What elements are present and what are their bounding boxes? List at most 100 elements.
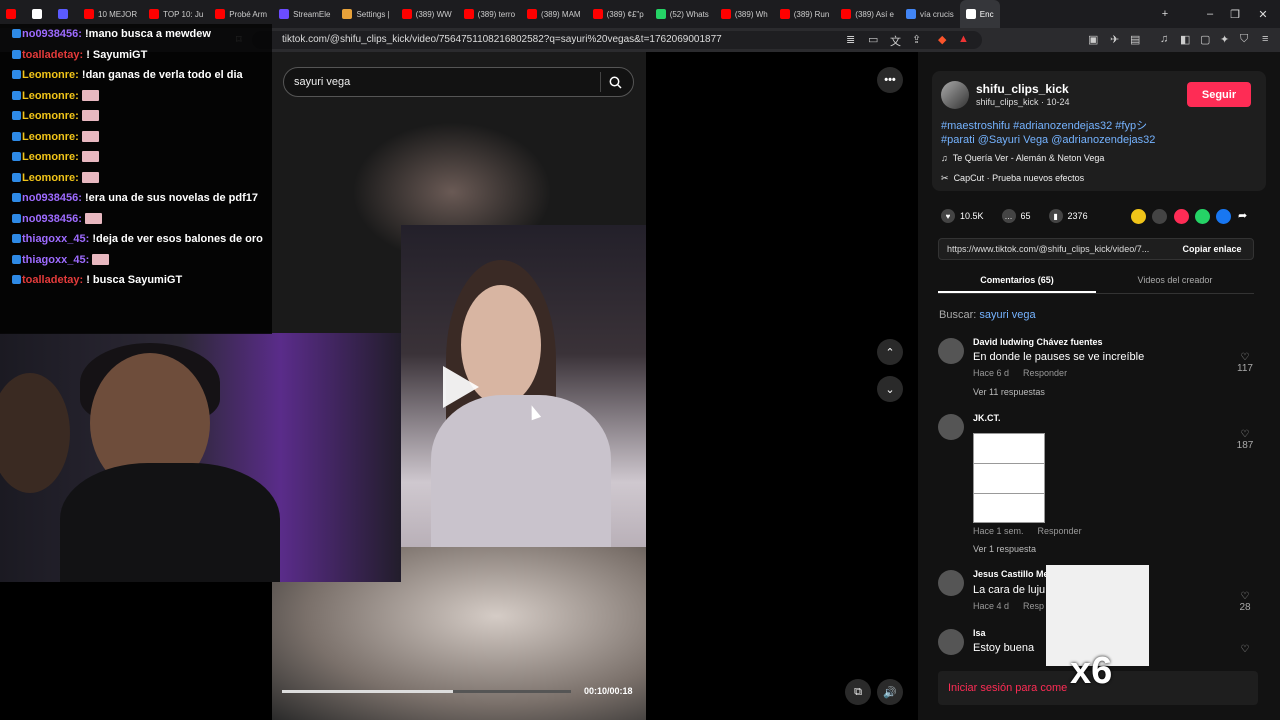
repost-icon[interactable]: [1131, 209, 1146, 224]
effect-row[interactable]: ✂ CapCut · Prueba nuevos efectos: [941, 173, 1084, 184]
chat-username[interactable]: toalladetay:: [22, 274, 83, 286]
embed-icon[interactable]: [1152, 209, 1167, 224]
browser-tab[interactable]: Settings |: [336, 0, 395, 28]
chat-username[interactable]: no0938456:: [22, 213, 82, 225]
commenter-avatar[interactable]: [938, 414, 964, 440]
browser-tab[interactable]: vía crucis: [900, 0, 960, 28]
comment-age: Hace 6 d: [973, 368, 1010, 378]
facebook-icon[interactable]: [1216, 209, 1231, 224]
cast-icon[interactable]: ▭: [868, 33, 878, 46]
extension-icon[interactable]: ▣: [1088, 33, 1098, 46]
extension-icon[interactable]: ▤: [1130, 33, 1140, 46]
music-row[interactable]: ♫ Te Quería Ver - Alemán & Neton Vega: [941, 153, 1104, 163]
streamer-webcam: [0, 333, 401, 582]
comment-like[interactable]: ♡ 117: [1234, 352, 1256, 374]
chat-username[interactable]: thiagoxx_45:: [22, 233, 89, 245]
send-icon[interactable]: [1174, 209, 1189, 224]
rewards-icon[interactable]: ▲: [958, 33, 969, 45]
media-icon[interactable]: ♫: [1160, 33, 1168, 45]
play-icon[interactable]: [443, 366, 479, 408]
next-video-button[interactable]: ⌄: [877, 376, 903, 402]
commenter-name[interactable]: Jesus Castillo Me: [973, 569, 1049, 579]
browser-tab[interactable]: (389) WW: [396, 0, 458, 28]
video-progress-bar[interactable]: [282, 690, 571, 693]
reply-button[interactable]: Resp: [1023, 601, 1044, 611]
music-title[interactable]: Te Quería Ver - Alemán & Neton Vega: [953, 153, 1105, 163]
search-button[interactable]: [600, 72, 630, 92]
copy-link-button[interactable]: Copiar enlace: [1170, 238, 1254, 260]
close-window-button[interactable]: ✕: [1248, 0, 1278, 28]
tab-creator-videos[interactable]: Videos del creador: [1096, 272, 1254, 293]
badge-icon: [12, 70, 21, 79]
browser-tab[interactable]: (389) terro: [458, 0, 521, 28]
whatsapp-icon[interactable]: [1195, 209, 1210, 224]
chat-username[interactable]: Leomonre:: [22, 131, 79, 143]
comment-like[interactable]: ♡ 187: [1234, 429, 1256, 451]
browser-tab[interactable]: Enc: [959, 0, 1000, 28]
search-hint-term[interactable]: sayuri vega: [979, 309, 1035, 321]
browser-tab[interactable]: (389) Así e: [835, 0, 900, 28]
extension-icon[interactable]: ✈: [1110, 33, 1119, 46]
translate-icon[interactable]: 文: [890, 33, 901, 49]
commenter-name[interactable]: David ludwing Chávez fuentes: [973, 337, 1103, 347]
browser-tab[interactable]: (52) Whats: [650, 0, 715, 28]
previous-video-button[interactable]: ⌃: [877, 339, 903, 365]
vpn-icon[interactable]: ⛉: [1240, 33, 1248, 46]
comment-like[interactable]: ♡: [1234, 644, 1256, 655]
commenter-avatar[interactable]: [938, 629, 964, 655]
reply-button[interactable]: Responder: [1038, 526, 1082, 536]
reader-icon[interactable]: ≣: [846, 33, 855, 46]
pip-button[interactable]: ⧉: [845, 679, 871, 705]
maximize-button[interactable]: ❐: [1220, 0, 1250, 28]
browser-tab[interactable]: (389) ¢£"p: [587, 0, 650, 28]
creator-username[interactable]: shifu_clips_kick: [976, 82, 1069, 96]
commenter-name[interactable]: JK.CT.: [973, 413, 1001, 423]
post-hashtags[interactable]: #maestroshifu #adrianozendejas32 #fypシ #…: [941, 119, 1181, 147]
view-replies-button[interactable]: Ver 11 respuestas: [973, 387, 1045, 397]
effect-label[interactable]: CapCut · Prueba nuevos efectos: [954, 173, 1085, 183]
comment-like[interactable]: ♡ 28: [1234, 591, 1256, 613]
tab-favicon-icon: [279, 9, 290, 19]
chat-username[interactable]: Leomonre:: [22, 90, 79, 102]
chat-username[interactable]: Leomonre:: [22, 69, 79, 81]
reply-button[interactable]: Responder: [1023, 368, 1067, 378]
tab-label: (389) terro: [477, 9, 516, 19]
chat-username[interactable]: no0938456:: [22, 192, 82, 204]
browser-tab[interactable]: (389) Wh: [715, 0, 774, 28]
menu-icon[interactable]: ≡: [1262, 33, 1268, 45]
comment-image[interactable]: [973, 433, 1045, 523]
chat-username[interactable]: Leomonre:: [22, 151, 79, 163]
chat-text: !dan ganas de verla todo el dia: [81, 69, 243, 81]
commenter-name[interactable]: Isa: [973, 628, 986, 638]
commenter-avatar[interactable]: [938, 338, 964, 364]
sidebar-icon[interactable]: ◧: [1180, 33, 1190, 46]
comment-stat[interactable]: … 65: [1001, 209, 1031, 223]
brave-shield-icon[interactable]: ◆: [938, 33, 946, 46]
chat-username[interactable]: thiagoxx_45:: [22, 254, 89, 266]
new-tab-button[interactable]: +: [1150, 0, 1180, 28]
follow-button[interactable]: Seguir: [1187, 82, 1251, 107]
chat-username[interactable]: Leomonre:: [22, 110, 79, 122]
commenter-avatar[interactable]: [938, 570, 964, 596]
browser-tab[interactable]: (389) MAM: [521, 0, 587, 28]
chat-text: ! busca SayumiGT: [86, 274, 183, 286]
tab-comments[interactable]: Comentarios (65): [938, 272, 1096, 293]
search-input[interactable]: sayuri vega: [283, 67, 634, 97]
share-page-icon[interactable]: ⇪: [912, 33, 921, 46]
more-options-button[interactable]: •••: [877, 67, 903, 93]
creator-avatar[interactable]: [941, 81, 969, 109]
chat-username[interactable]: Leomonre:: [22, 172, 79, 184]
video-player[interactable]: [401, 225, 646, 547]
share-arrow-icon[interactable]: ➦: [1238, 209, 1253, 224]
like-stat[interactable]: ♥ 10.5K: [941, 209, 984, 223]
volume-button[interactable]: 🔊: [877, 679, 903, 705]
save-stat[interactable]: ▮ 2376: [1048, 209, 1088, 223]
chat-username[interactable]: no0938456:: [22, 28, 82, 40]
browser-tab[interactable]: (389) Run: [774, 0, 836, 28]
wallet-icon[interactable]: ▢: [1200, 33, 1210, 46]
chat-message: thiagoxx_45:: [12, 250, 272, 271]
browser-tab[interactable]: StreamEle: [273, 0, 336, 28]
leo-icon[interactable]: ✦: [1220, 33, 1229, 46]
view-replies-button[interactable]: Ver 1 respuesta: [973, 544, 1036, 554]
chat-username[interactable]: toalladetay:: [22, 49, 83, 61]
